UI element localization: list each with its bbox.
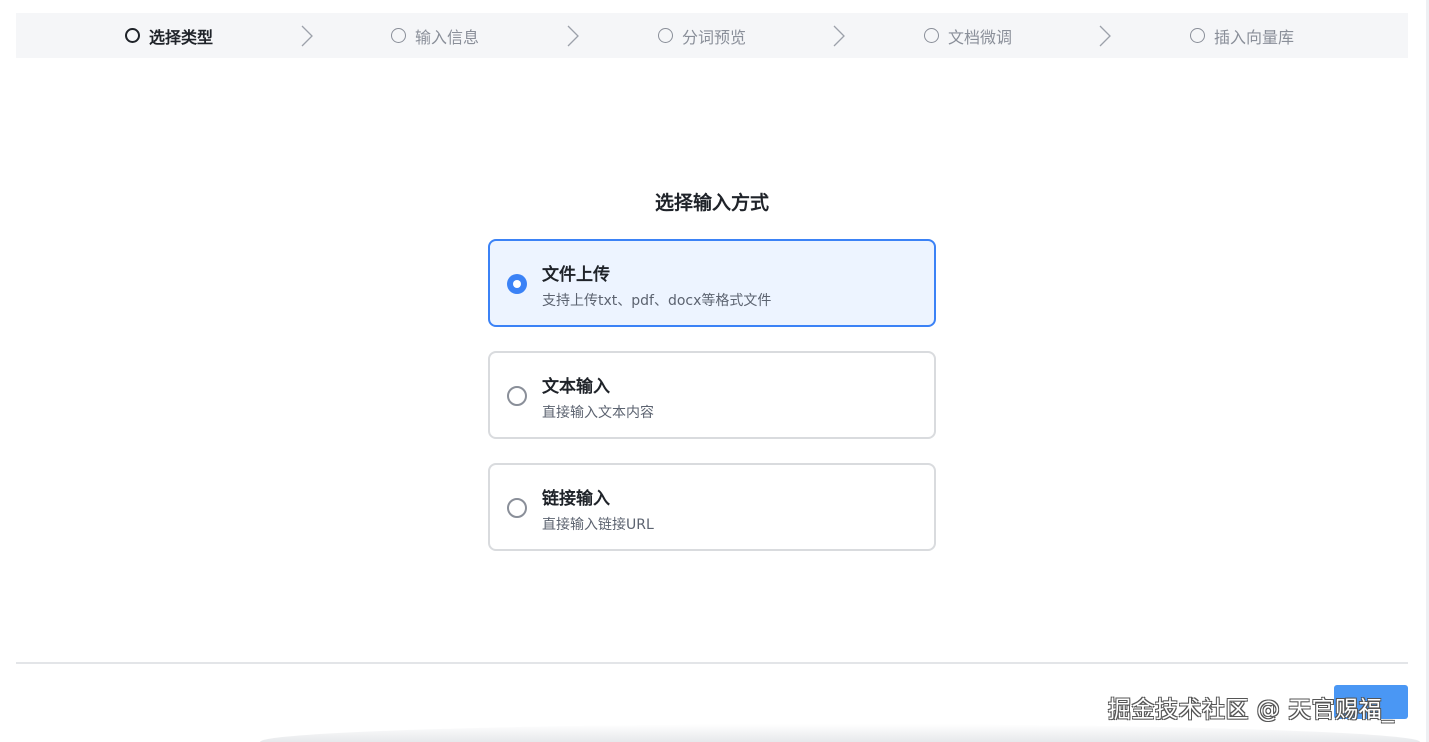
option-link-input[interactable]: 链接输入 直接输入链接URL bbox=[488, 463, 936, 551]
step-doc-tuning[interactable]: 文档微调 bbox=[924, 13, 1012, 58]
steps-bar: 选择类型 输入信息 分词预览 文档微调 插入向量库 bbox=[16, 13, 1408, 58]
step-label: 文档微调 bbox=[948, 27, 1013, 47]
option-description: 支持上传txt、pdf、docx等格式文件 bbox=[542, 293, 772, 309]
step-circle-icon bbox=[924, 28, 939, 43]
option-description: 直接输入文本内容 bbox=[542, 405, 654, 421]
radio-icon[interactable] bbox=[507, 498, 527, 518]
option-file-upload[interactable]: 文件上传 支持上传txt、pdf、docx等格式文件 bbox=[488, 239, 936, 327]
step-label: 插入向量库 bbox=[1214, 27, 1295, 47]
step-select-type[interactable]: 选择类型 bbox=[125, 13, 213, 58]
option-description: 直接输入链接URL bbox=[542, 517, 654, 533]
step-label: 分词预览 bbox=[682, 27, 747, 47]
step-circle-icon bbox=[1190, 28, 1205, 43]
step-insert-vector-db[interactable]: 插入向量库 bbox=[1190, 13, 1294, 58]
step-token-preview[interactable]: 分词预览 bbox=[658, 13, 746, 58]
chevron-right-icon bbox=[301, 25, 313, 47]
chevron-right-icon bbox=[1099, 25, 1111, 47]
step-circle-icon bbox=[125, 28, 140, 43]
bottom-shadow bbox=[260, 724, 1420, 742]
chevron-right-icon bbox=[567, 25, 579, 47]
option-text-input[interactable]: 文本输入 直接输入文本内容 bbox=[488, 351, 936, 439]
footer-divider bbox=[16, 662, 1408, 664]
step-circle-icon bbox=[658, 28, 673, 43]
page: 选择类型 输入信息 分词预览 文档微调 插入向量库 选择输入方式 文件上传 支持… bbox=[0, 0, 1429, 742]
option-title: 链接输入 bbox=[542, 489, 610, 509]
chevron-right-icon bbox=[833, 25, 845, 47]
radio-icon[interactable] bbox=[507, 386, 527, 406]
watermark: 掘金技术社区 @ 天官赐福_ bbox=[1108, 697, 1395, 723]
step-circle-icon bbox=[391, 28, 406, 43]
option-title: 文本输入 bbox=[542, 377, 610, 397]
step-label: 输入信息 bbox=[415, 27, 480, 47]
step-input-info[interactable]: 输入信息 bbox=[391, 13, 479, 58]
page-title: 选择输入方式 bbox=[654, 192, 769, 214]
radio-selected-icon[interactable] bbox=[507, 274, 527, 294]
step-label: 选择类型 bbox=[149, 27, 214, 47]
option-title: 文件上传 bbox=[542, 265, 610, 285]
